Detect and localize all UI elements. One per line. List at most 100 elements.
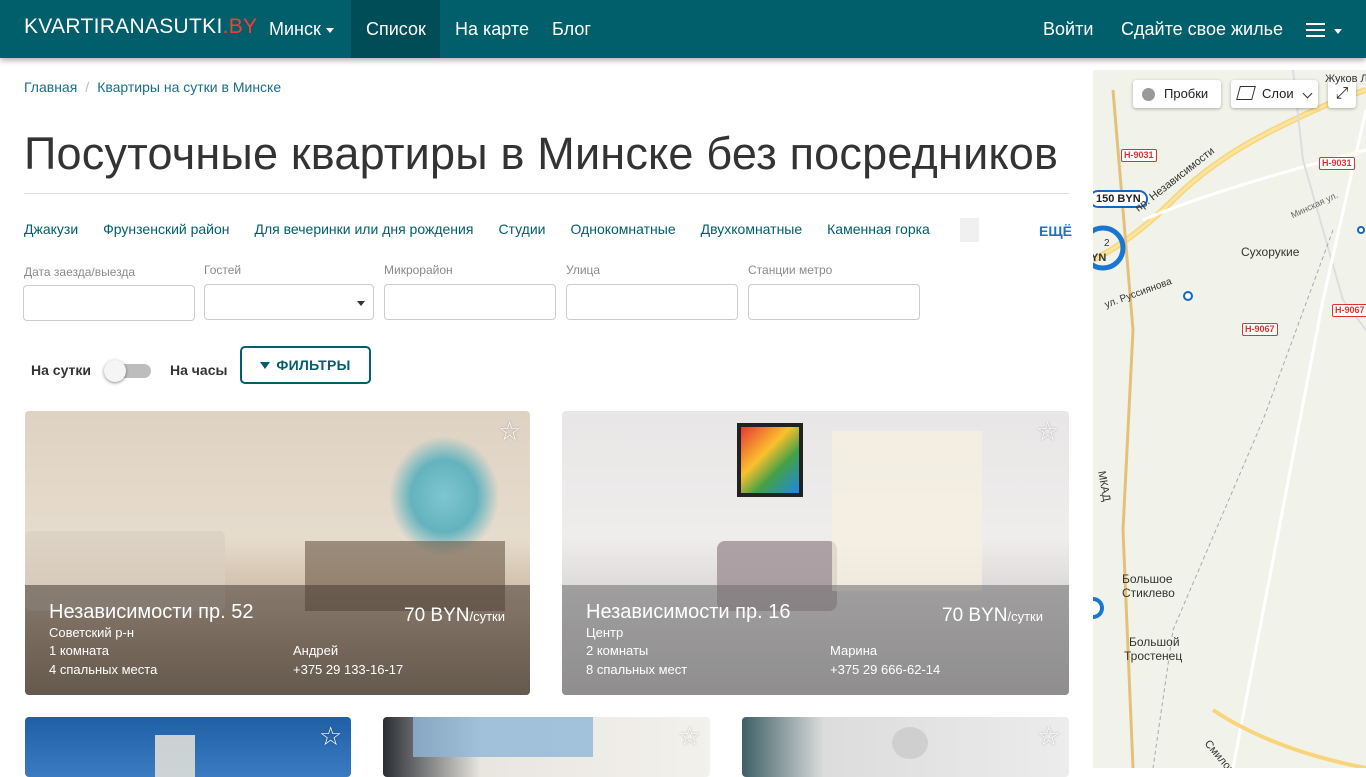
tag-kamennaya-gorka[interactable]: Каменная горка [827,221,930,237]
breadcrumb: Главная / Квартиры на сутки в Минске [24,79,281,95]
map-place-label: Тростенец [1124,649,1183,663]
guests-label: Гостей [204,263,242,277]
brand-name: KVARTIRANASUTKI [24,15,223,38]
nav-map-label: На карте [455,19,529,39]
listing-title[interactable]: Независимости пр. 52 [49,601,253,624]
tag-party[interactable]: Для вечеринки или дня рождения [255,221,474,237]
filter-icon [260,361,271,369]
metro-input[interactable] [748,284,920,320]
road-badge: Н-9067 [1332,304,1366,317]
map-canvas[interactable] [1093,70,1366,768]
listing-rooms: 2 комнаты [586,643,649,658]
menu-icon[interactable] [1306,21,1342,39]
traffic-light-icon [1142,88,1155,101]
nav-list-label: Список [366,19,426,39]
layers-label: Слои [1262,86,1294,101]
tag-scroll-fade [960,218,979,242]
street-input[interactable] [566,284,738,320]
layers-icon [1236,86,1256,100]
tag-studios[interactable]: Студии [498,221,545,237]
price-value: 70 BYN [942,605,1008,626]
layers-button[interactable]: Слои [1231,80,1318,108]
map-place-label: Большой [1129,635,1180,649]
breadcrumb-separator: / [85,79,90,95]
road-badge: Н-9067 [1242,323,1278,336]
map-price-pin[interactable]: YN [1093,252,1106,264]
favorite-star-icon[interactable]: ☆ [678,723,701,749]
page-title: Посуточные квартиры в Минске без посредн… [24,128,1059,179]
listing-price: 70 BYN/сутки [942,605,1043,627]
favorite-star-icon[interactable]: ☆ [319,723,342,749]
listing-beds: 4 спальных места [49,662,158,677]
listing-card[interactable]: ☆ Независимости пр. 52 Советский р-н 1 к… [25,411,530,695]
chevron-down-icon [1334,29,1342,34]
favorite-star-icon[interactable]: ☆ [498,418,521,444]
city-label: Минск [269,19,321,39]
login-link[interactable]: Войти [1028,0,1108,58]
map-place-label: Стиклево [1122,586,1175,600]
nav-list-tab[interactable]: Список [351,0,440,58]
map-panel[interactable]: Пробки Слои ⤢ Н-9031 Н-9031 Н-9067 Н-906… [1093,70,1366,768]
rent-out-link[interactable]: Сдайте свое жилье [1106,0,1298,58]
listing-district: Центр [586,625,624,640]
breadcrumb-current[interactable]: Квартиры на сутки в Минске [97,79,281,95]
filters-button-label: ФИЛЬТРЫ [276,357,351,373]
brand-tld: .BY [222,15,258,38]
metro-label: Станции метро [748,263,833,277]
district-label: Микрорайон [384,263,453,277]
listing-price: 70 BYN/сутки [404,605,505,627]
dates-input[interactable] [23,285,195,321]
tag-jacuzzi[interactable]: Джакузи [24,221,78,237]
fullscreen-icon: ⤢ [1335,85,1349,102]
map-place-label: Сухорукие [1241,245,1300,259]
chevron-down-icon [1302,88,1313,99]
nav-blog-link[interactable]: Блог [537,0,606,58]
listing-card[interactable]: ☆ [742,717,1069,777]
divider [24,193,1069,194]
per-hour-label: На часы [170,362,228,378]
toggle-knob[interactable] [104,360,126,382]
top-navbar: KVARTIRANASUTKI.BY Минск Список На карте… [0,0,1366,58]
price-unit: /сутки [469,609,505,624]
nav-blog-label: Блог [552,19,591,39]
wall-painting [737,423,803,497]
chevron-down-icon [325,27,334,33]
chandelier-photo-detail [892,727,928,759]
city-dropdown[interactable]: Минск [254,0,349,58]
listing-owner: Марина [830,643,878,658]
listing-beds: 8 спальных мест [586,662,688,677]
favorite-star-icon[interactable]: ☆ [1036,418,1059,444]
guests-select[interactable] [204,284,374,320]
favorite-star-icon[interactable]: ☆ [1037,723,1060,749]
road-badge: Н-9031 [1121,149,1157,162]
dates-label: Дата заезда/выезда [24,265,136,279]
chevron-down-icon [357,301,365,306]
listing-phone[interactable]: +375 29 133-16-17 [293,662,403,677]
listing-title[interactable]: Независимости пр. 16 [586,601,790,624]
price-unit: /сутки [1007,609,1043,624]
price-value: 70 BYN [404,605,470,626]
listing-phone[interactable]: +375 29 666-62-14 [830,662,940,677]
road-badge: Н-9031 [1319,157,1355,170]
tag-one-room[interactable]: Однокомнатные [570,221,675,237]
tag-frunzensky[interactable]: Фрунзенский район [103,221,229,237]
breadcrumb-home[interactable]: Главная [24,79,77,95]
listing-card[interactable]: ☆ Независимости пр. 16 Центр 2 комнаты 8… [562,411,1069,695]
listing-card[interactable]: ☆ [25,717,351,777]
listing-rooms: 1 комната [49,643,110,658]
site-logo[interactable]: KVARTIRANASUTKI.BY [24,15,257,39]
listing-district: Советский р-н [49,625,135,640]
district-input[interactable] [384,284,556,320]
login-label: Войти [1043,19,1094,39]
listing-card[interactable]: ☆ [383,717,710,777]
traffic-button[interactable]: Пробки [1133,80,1221,108]
building-photo-detail [155,735,195,777]
filters-button[interactable]: ФИЛЬТРЫ [240,346,371,384]
traffic-label: Пробки [1164,86,1209,101]
map-place-label: Жуков Луг [1325,73,1366,85]
map-pin-count: 2 [1104,238,1110,249]
nav-map-tab[interactable]: На карте [440,0,544,58]
more-tags-link[interactable]: ЕЩЁ [1039,223,1072,239]
tag-two-room[interactable]: Двухкомнатные [701,221,803,237]
rent-out-label: Сдайте свое жилье [1121,19,1283,39]
